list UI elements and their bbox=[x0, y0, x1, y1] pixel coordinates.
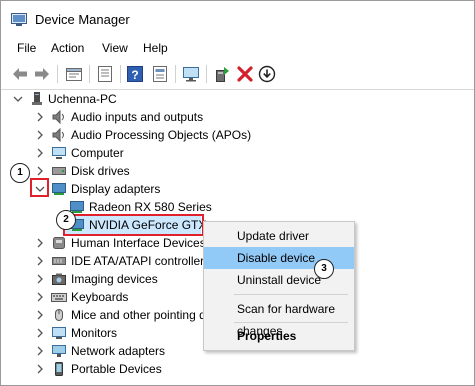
menu-update-driver-label: Update driver bbox=[237, 229, 310, 243]
tree-item-label: Audio Processing Objects (APOs) bbox=[71, 128, 252, 142]
chevron-right-icon[interactable] bbox=[34, 324, 46, 342]
tree-item-computer[interactable]: Computer bbox=[1, 144, 471, 162]
update-driver-icon[interactable] bbox=[95, 64, 115, 84]
menu-disable-device-label: Disable device bbox=[237, 251, 316, 265]
monitor-icon[interactable] bbox=[181, 64, 201, 84]
chevron-right-icon[interactable] bbox=[34, 270, 46, 288]
tree-item-label: Audio inputs and outputs bbox=[71, 110, 204, 124]
tree-item-label: Keyboards bbox=[71, 290, 129, 304]
network-adapter-icon bbox=[52, 345, 66, 357]
menu-uninstall-device-label: Uninstall device bbox=[237, 273, 322, 287]
chevron-right-icon[interactable] bbox=[34, 234, 46, 252]
properties-icon[interactable] bbox=[64, 64, 84, 84]
callout-2: 2 bbox=[56, 210, 76, 230]
menu-properties[interactable]: Properties bbox=[204, 325, 354, 347]
disk-drive-icon bbox=[52, 167, 66, 175]
svg-text:?: ? bbox=[131, 68, 138, 82]
window-title: Device Manager bbox=[35, 12, 130, 27]
scan-icon[interactable] bbox=[150, 64, 170, 84]
tree-item-label: Computer bbox=[71, 146, 124, 160]
chevron-right-icon[interactable] bbox=[34, 126, 46, 144]
help-icon[interactable]: ? bbox=[125, 64, 145, 84]
tree-item-label: Portable Devices bbox=[71, 362, 162, 376]
chevron-right-icon[interactable] bbox=[34, 252, 46, 270]
menu-update-driver[interactable]: Update driver bbox=[204, 225, 354, 247]
keyboard-icon bbox=[51, 293, 67, 302]
download-arrow-icon[interactable] bbox=[257, 64, 277, 84]
tree-item-portable[interactable]: Portable Devices bbox=[1, 360, 471, 378]
chevron-right-icon[interactable] bbox=[34, 306, 46, 324]
tree-item-label: IDE ATA/ATAPI controllers bbox=[71, 254, 211, 268]
menu-bar: File Action View Help bbox=[1, 37, 474, 59]
menu-scan-hardware[interactable]: Scan for hardware changes bbox=[204, 298, 354, 338]
tree-item-audio-inputs[interactable]: Audio inputs and outputs bbox=[1, 108, 471, 126]
menu-separator bbox=[234, 294, 348, 295]
ide-controller-icon bbox=[52, 257, 66, 265]
callout-3: 3 bbox=[314, 259, 334, 279]
chevron-right-icon[interactable] bbox=[34, 288, 46, 306]
tree-item-disk-drives[interactable]: Disk drives bbox=[1, 162, 471, 180]
toolbar: ? bbox=[1, 59, 474, 90]
menu-file[interactable]: File bbox=[15, 41, 38, 55]
forward-arrow-icon[interactable] bbox=[32, 64, 52, 84]
tree-root[interactable]: Uchenna-PC bbox=[1, 90, 471, 108]
context-menu: Update driver Disable device Uninstall d… bbox=[203, 221, 355, 351]
portable-device-icon bbox=[55, 362, 63, 376]
camera-icon bbox=[52, 273, 66, 285]
chevron-right-icon[interactable] bbox=[34, 360, 46, 378]
add-driver-icon[interactable] bbox=[212, 64, 232, 84]
annotation-box-nvidia bbox=[63, 214, 204, 236]
menu-view[interactable]: View bbox=[100, 41, 130, 55]
callout-1: 1 bbox=[10, 163, 30, 183]
monitor-icon bbox=[52, 327, 66, 339]
display-adapter-icon bbox=[52, 183, 66, 195]
tree-item-display-adapters[interactable]: Display adapters bbox=[1, 180, 471, 198]
hid-icon bbox=[53, 237, 65, 249]
tree-item-label: Imaging devices bbox=[71, 272, 158, 286]
menu-action[interactable]: Action bbox=[49, 41, 86, 55]
device-manager-icon bbox=[11, 13, 27, 26]
title-bar: Device Manager bbox=[1, 1, 474, 37]
chevron-down-icon[interactable] bbox=[12, 90, 24, 108]
menu-separator bbox=[234, 322, 348, 323]
uninstall-x-icon[interactable] bbox=[235, 64, 255, 84]
tree-root-label: Uchenna-PC bbox=[48, 92, 117, 106]
tree-item-label: Network adapters bbox=[71, 344, 166, 358]
back-arrow-icon[interactable] bbox=[10, 64, 30, 84]
chevron-right-icon[interactable] bbox=[34, 342, 46, 360]
computer-root-icon bbox=[32, 92, 42, 105]
chevron-right-icon[interactable] bbox=[34, 144, 46, 162]
chevron-right-icon[interactable] bbox=[34, 108, 46, 126]
computer-icon bbox=[52, 147, 66, 159]
device-manager-window: Device Manager File Action View Help ? U… bbox=[0, 0, 475, 386]
speaker-icon bbox=[52, 110, 64, 124]
mouse-icon bbox=[55, 309, 63, 321]
tree-item-label: Disk drives bbox=[71, 164, 130, 178]
tree-item-label: Monitors bbox=[71, 326, 118, 340]
tree-item-apos[interactable]: Audio Processing Objects (APOs) bbox=[1, 126, 471, 144]
menu-help[interactable]: Help bbox=[141, 41, 170, 55]
tree-item-label: Human Interface Devices bbox=[71, 236, 206, 250]
speaker-icon bbox=[52, 128, 64, 142]
menu-properties-label: Properties bbox=[237, 329, 297, 343]
tree-item-label: Display adapters bbox=[71, 182, 161, 196]
annotation-box-expand bbox=[30, 178, 49, 197]
